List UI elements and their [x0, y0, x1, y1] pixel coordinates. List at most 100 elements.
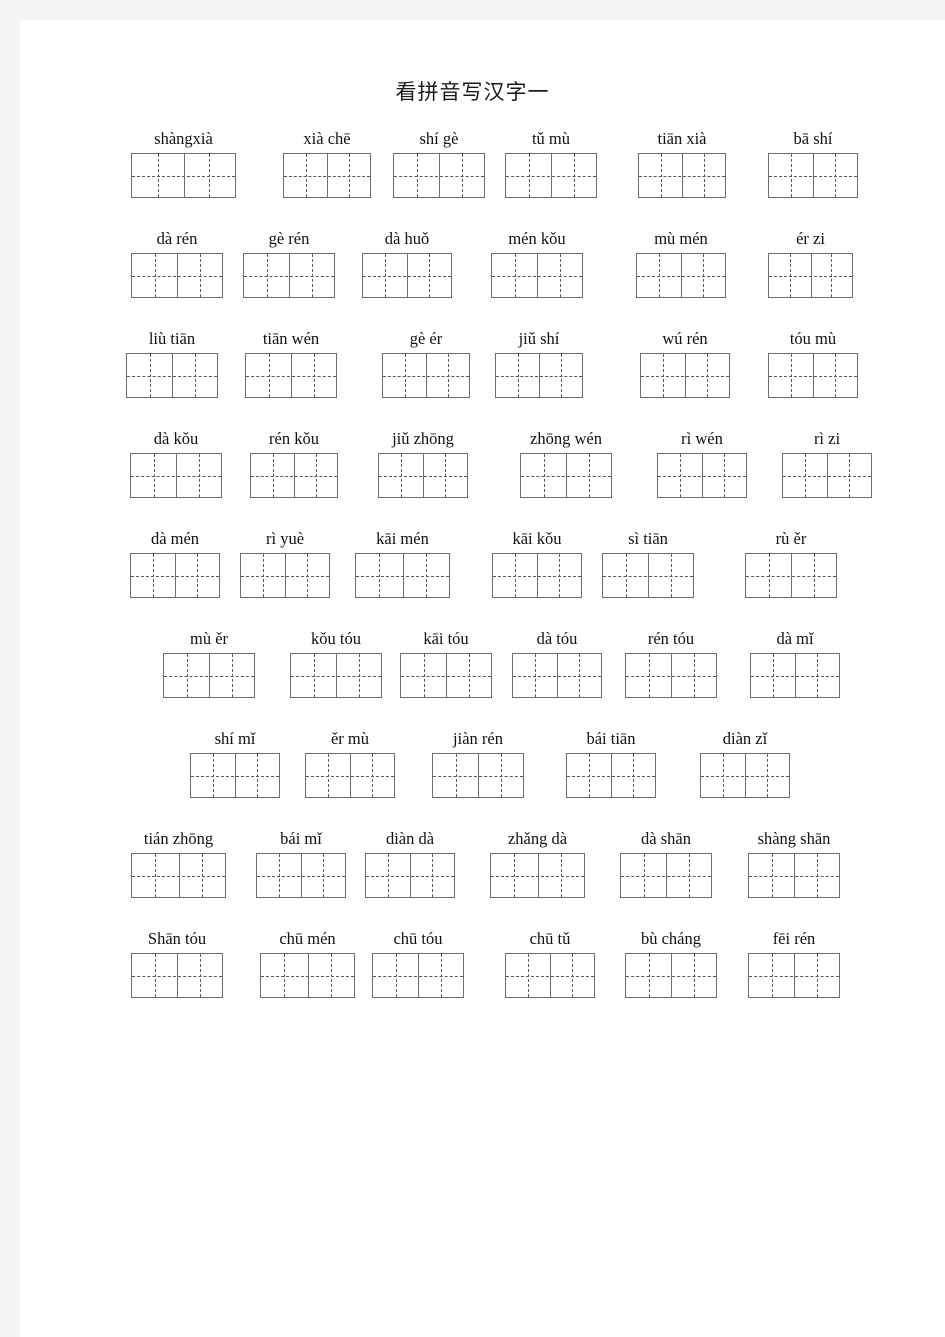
- writing-grid-box[interactable]: [283, 153, 371, 198]
- grid-vertical-guide-right: [559, 254, 561, 297]
- exercise-row: Shān tóu chū mén chū tóu chū tǔ bù cháng fēi …: [0, 928, 945, 1028]
- grid-vertical-guide-left: [543, 454, 545, 497]
- grid-vertical-guide-left: [514, 854, 516, 897]
- writing-grid-box[interactable]: [505, 953, 595, 998]
- writing-grid-box[interactable]: [305, 753, 395, 798]
- grid-vertical-guide-left: [153, 454, 155, 497]
- pinyin-label: rén tóu: [647, 629, 695, 648]
- grid-cell-divider: [178, 854, 180, 897]
- grid-cell-divider: [671, 954, 672, 997]
- writing-grid-box[interactable]: [625, 653, 717, 698]
- writing-grid-box[interactable]: [748, 953, 840, 998]
- writing-grid-box[interactable]: [260, 953, 355, 998]
- writing-grid-box[interactable]: [163, 653, 255, 698]
- grid-cell-divider: [307, 954, 309, 997]
- writing-grid-box[interactable]: [382, 353, 470, 398]
- grid-vertical-guide-right: [468, 654, 470, 697]
- writing-grid-box[interactable]: [130, 553, 220, 598]
- writing-grid-box[interactable]: [131, 853, 226, 898]
- writing-grid-box[interactable]: [131, 253, 223, 298]
- writing-grid-box[interactable]: [243, 253, 335, 298]
- exercise-item: kāi tóu: [400, 628, 492, 698]
- grid-vertical-guide-left: [155, 854, 157, 897]
- pinyin-label: ér zi: [796, 229, 825, 248]
- writing-grid-box[interactable]: [748, 853, 840, 898]
- writing-grid-box[interactable]: [636, 253, 726, 298]
- writing-grid-box[interactable]: [372, 953, 464, 998]
- pinyin-label: kāi kǒu: [512, 529, 562, 548]
- exercise-item: tóu mù: [768, 328, 858, 398]
- grid-vertical-guide-left: [514, 254, 516, 297]
- grid-vertical-guide-left: [313, 654, 315, 697]
- writing-grid-box[interactable]: [492, 553, 582, 598]
- writing-grid-box[interactable]: [638, 153, 726, 198]
- writing-grid-box[interactable]: [657, 453, 747, 498]
- grid-vertical-guide-right: [693, 654, 695, 697]
- grid-cell-divider: [671, 654, 672, 697]
- grid-vertical-guide-right: [447, 354, 449, 397]
- grid-cell-divider: [550, 954, 551, 997]
- writing-grid-box[interactable]: [432, 753, 524, 798]
- writing-grid-box[interactable]: [745, 553, 837, 598]
- grid-cell-divider: [685, 354, 686, 397]
- writing-grid-box[interactable]: [256, 853, 346, 898]
- writing-grid-box[interactable]: [625, 953, 717, 998]
- writing-grid-box[interactable]: [505, 153, 597, 198]
- writing-grid-box[interactable]: [378, 453, 468, 498]
- writing-grid-box[interactable]: [520, 453, 612, 498]
- grid-vertical-guide-left: [416, 154, 418, 197]
- grid-vertical-guide-left: [771, 854, 773, 897]
- grid-vertical-guide-left: [388, 854, 389, 897]
- pinyin-label: rì yuè: [265, 529, 305, 548]
- writing-grid-box[interactable]: [355, 553, 450, 598]
- writing-grid-box[interactable]: [640, 353, 730, 398]
- writing-grid-box[interactable]: [750, 653, 840, 698]
- writing-grid-box[interactable]: [495, 353, 583, 398]
- writing-grid-box[interactable]: [240, 553, 330, 598]
- writing-grid-box[interactable]: [768, 253, 853, 298]
- grid-cell-divider: [813, 354, 814, 397]
- writing-grid-box[interactable]: [700, 753, 790, 798]
- grid-vertical-guide-left: [455, 754, 457, 797]
- grid-vertical-guide-right: [307, 554, 308, 597]
- writing-grid-box[interactable]: [566, 753, 656, 798]
- grid-vertical-guide-right: [816, 954, 818, 997]
- grid-vertical-guide-right: [315, 454, 317, 497]
- grid-vertical-guide-left: [528, 954, 529, 997]
- pinyin-label: jiàn rén: [453, 729, 503, 748]
- grid-cell-divider: [478, 754, 479, 797]
- writing-grid-box[interactable]: [490, 853, 585, 898]
- writing-grid-box[interactable]: [130, 453, 222, 498]
- grid-cell-divider: [557, 654, 558, 697]
- writing-grid-box[interactable]: [290, 653, 382, 698]
- writing-grid-box[interactable]: [768, 353, 858, 398]
- grid-vertical-guide-left: [535, 654, 536, 697]
- exercise-row: shàngxià xià chē shí gè tǔ mù tiān xià bā shí: [0, 128, 945, 228]
- grid-vertical-guide-left: [625, 554, 627, 597]
- writing-grid-box[interactable]: [365, 853, 455, 898]
- writing-grid-box[interactable]: [131, 153, 236, 198]
- writing-grid-box[interactable]: [512, 653, 602, 698]
- writing-grid-box[interactable]: [126, 353, 218, 398]
- writing-grid-box[interactable]: [782, 453, 872, 498]
- pinyin-label: dà kǒu: [153, 429, 199, 448]
- writing-grid-box[interactable]: [393, 153, 485, 198]
- grid-cell-divider: [537, 554, 538, 597]
- writing-grid-box[interactable]: [190, 753, 280, 798]
- grid-vertical-guide-left: [154, 954, 156, 997]
- writing-grid-box[interactable]: [250, 453, 338, 498]
- writing-grid-box[interactable]: [602, 553, 694, 598]
- exercise-item: diàn zǐ: [700, 728, 790, 798]
- grid-vertical-guide-right: [560, 354, 562, 397]
- writing-grid-box[interactable]: [768, 153, 858, 198]
- pinyin-label: jiǔ zhōng: [392, 429, 454, 448]
- worksheet: 看拼音写汉字一 shàngxià xià chē shí gè tǔ mù tiān x…: [0, 0, 945, 1337]
- writing-grid-box[interactable]: [620, 853, 712, 898]
- writing-grid-box[interactable]: [491, 253, 583, 298]
- writing-grid-box[interactable]: [362, 253, 452, 298]
- writing-grid-box[interactable]: [245, 353, 337, 398]
- grid-vertical-guide-right: [573, 154, 575, 197]
- writing-grid-box[interactable]: [400, 653, 492, 698]
- pinyin-label: chū tǔ: [529, 929, 571, 948]
- writing-grid-box[interactable]: [131, 953, 223, 998]
